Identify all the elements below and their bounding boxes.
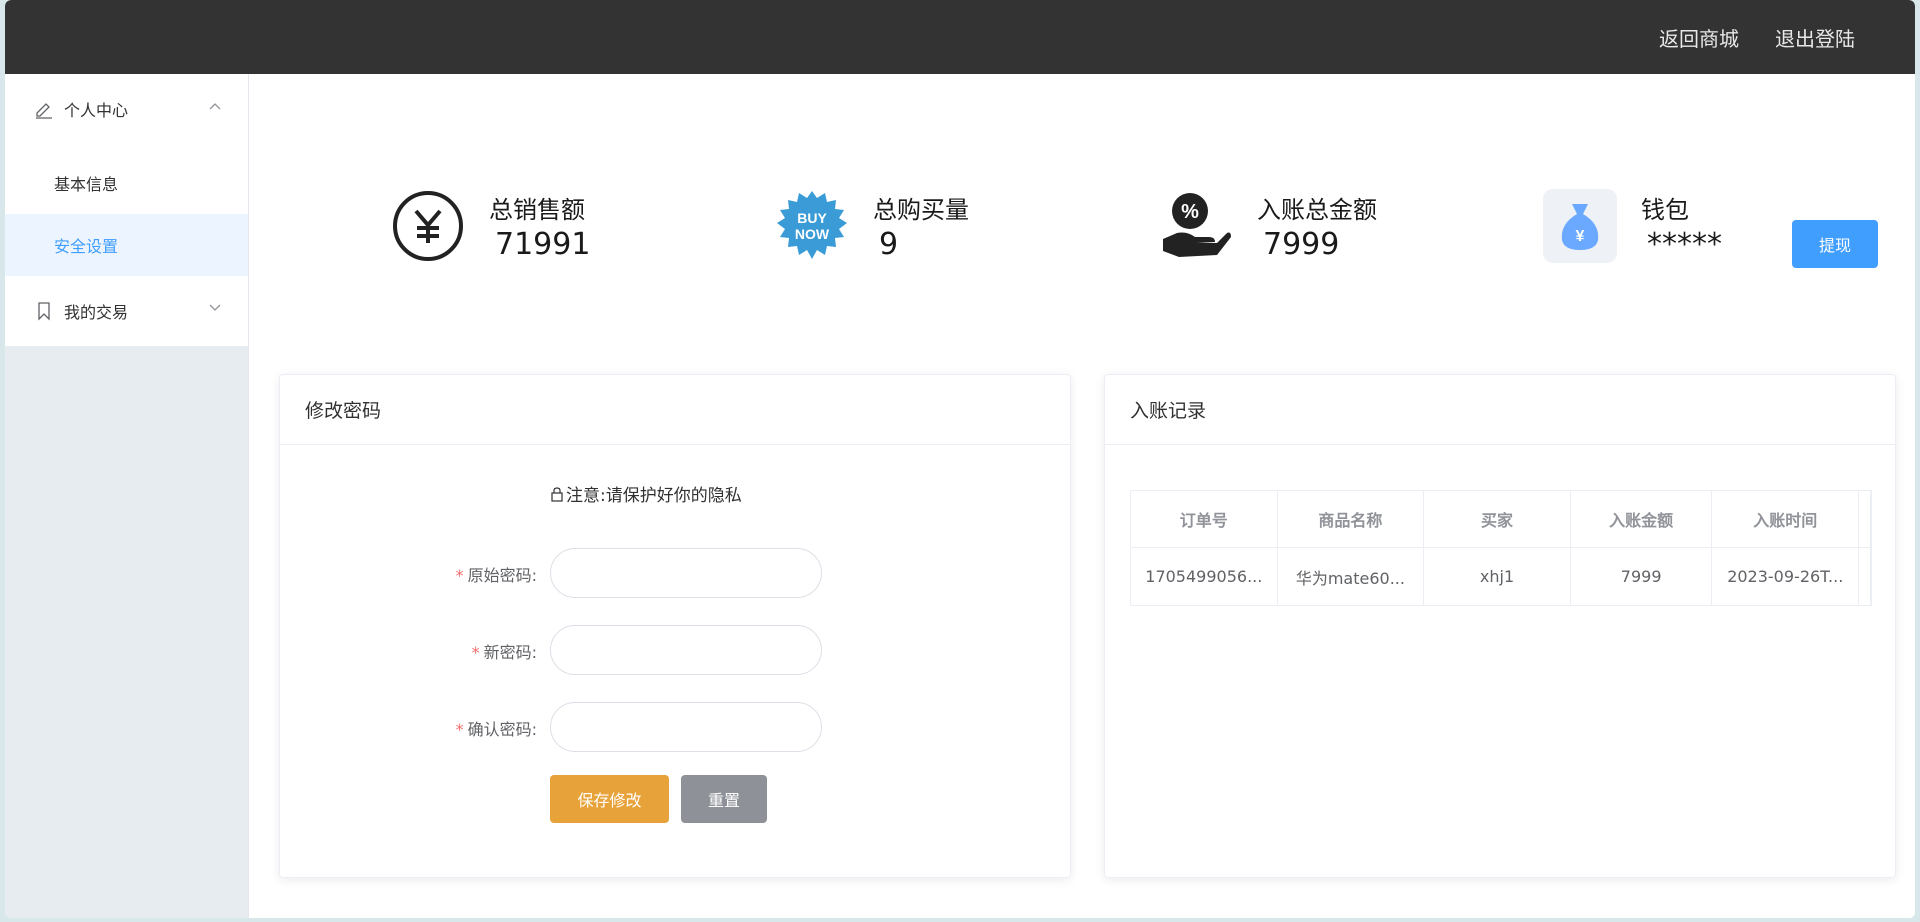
yuan-circle-icon bbox=[391, 189, 465, 263]
withdraw-button[interactable]: 提现 bbox=[1792, 220, 1878, 268]
stat-total-purchases: BUY NOW 总购买量 9 bbox=[775, 189, 969, 269]
edit-icon bbox=[36, 103, 52, 119]
reset-button[interactable]: 重置 bbox=[681, 775, 767, 823]
svg-text:BUY: BUY bbox=[797, 210, 827, 226]
bookmark-icon bbox=[38, 302, 50, 321]
table-cell-time: 2023-09-26T... bbox=[1712, 548, 1860, 605]
table-scroll-gutter bbox=[1859, 491, 1872, 547]
stat-title: 入账总金额 bbox=[1257, 196, 1377, 224]
svg-text:NOW: NOW bbox=[795, 226, 830, 242]
old-password-input[interactable] bbox=[550, 548, 822, 598]
table-cell-amount: 7999 bbox=[1571, 548, 1713, 605]
stat-total-income: % 入账总金额 7999 bbox=[1159, 189, 1377, 269]
sidebar-group-my-trades[interactable]: 我的交易 bbox=[5, 276, 248, 346]
privacy-notice: 注意:请保护好你的隐私 bbox=[550, 481, 742, 506]
new-password-label: 新密码: bbox=[483, 643, 537, 662]
save-changes-button[interactable]: 保存修改 bbox=[550, 775, 669, 823]
top-navbar: 返回商城 退出登陆 bbox=[5, 0, 1915, 74]
column-header[interactable]: 买家 bbox=[1424, 491, 1571, 547]
table-row[interactable]: 1705499056... 华为mate60... xhj1 7999 2023… bbox=[1131, 548, 1872, 605]
svg-text:¥: ¥ bbox=[1576, 228, 1585, 245]
table-scroll-gutter bbox=[1859, 548, 1872, 605]
income-records-table: 订单号 商品名称 买家 入账金额 入账时间 1705499056... 华为ma… bbox=[1130, 490, 1872, 606]
percent-hand-icon: % bbox=[1159, 189, 1233, 263]
stats-panel: 总销售额 71991 BUY NOW 总购买量 9 % 入账总金额 7999 ¥… bbox=[250, 74, 1915, 374]
confirm-password-input[interactable] bbox=[550, 702, 822, 752]
main-content: 总销售额 71991 BUY NOW 总购买量 9 % 入账总金额 7999 ¥… bbox=[250, 74, 1915, 918]
sidebar-group-label: 个人中心 bbox=[64, 101, 129, 120]
buy-now-badge-icon: BUY NOW bbox=[775, 189, 849, 263]
income-records-card: 入账记录 订单号 商品名称 买家 入账金额 入账时间 1705499056...… bbox=[1104, 374, 1896, 878]
confirm-password-label: 确认密码: bbox=[467, 720, 537, 739]
stat-value: 7999 bbox=[1263, 227, 1340, 262]
top-nav-links: 返回商城 退出登陆 bbox=[1659, 0, 1855, 74]
chevron-down-icon bbox=[209, 304, 221, 311]
sidebar-item-basic-info[interactable]: 基本信息 bbox=[5, 152, 248, 214]
table-header-row: 订单号 商品名称 买家 入账金额 入账时间 bbox=[1131, 491, 1872, 548]
new-password-input[interactable] bbox=[550, 625, 822, 675]
card-title: 修改密码 bbox=[280, 375, 1070, 445]
lock-icon bbox=[551, 486, 563, 502]
stat-title: 钱包 bbox=[1641, 196, 1689, 224]
stat-value: ***** bbox=[1647, 227, 1722, 262]
stat-wallet: ¥ 钱包 ***** bbox=[1543, 189, 1722, 269]
table-cell-product-name: 华为mate60... bbox=[1278, 548, 1425, 605]
stat-value: 9 bbox=[879, 227, 899, 262]
column-header[interactable]: 商品名称 bbox=[1278, 491, 1425, 547]
column-header[interactable]: 入账时间 bbox=[1712, 491, 1860, 547]
form-row-old-password: * 原始密码: bbox=[280, 548, 1072, 598]
stat-value: 71991 bbox=[495, 227, 591, 262]
form-row-confirm-password: * 确认密码: bbox=[280, 702, 1072, 752]
sidebar-item-security-settings[interactable]: 安全设置 bbox=[5, 214, 248, 276]
column-header[interactable]: 入账金额 bbox=[1571, 491, 1713, 547]
sidebar-group-label: 我的交易 bbox=[64, 303, 129, 322]
sidebar-group-personal-center[interactable]: 个人中心 bbox=[5, 74, 248, 144]
card-title: 入账记录 bbox=[1105, 375, 1895, 445]
chevron-up-icon bbox=[209, 103, 221, 110]
stat-total-sales: 总销售额 71991 bbox=[391, 189, 590, 269]
app-frame: 返回商城 退出登陆 个人中心 基本信息 安全设置 我的交易 总销售额 71991… bbox=[5, 0, 1915, 918]
stat-title: 总销售额 bbox=[489, 196, 585, 224]
sidebar-menu: 个人中心 基本信息 安全设置 我的交易 bbox=[5, 74, 248, 346]
sidebar: 个人中心 基本信息 安全设置 我的交易 bbox=[5, 74, 249, 918]
form-row-new-password: * 新密码: bbox=[280, 625, 1072, 675]
stat-title: 总购买量 bbox=[873, 196, 969, 224]
table-cell-buyer: xhj1 bbox=[1424, 548, 1571, 605]
logout-link[interactable]: 退出登陆 bbox=[1775, 23, 1855, 52]
table-cell-order-no: 1705499056... bbox=[1131, 548, 1278, 605]
old-password-label: 原始密码: bbox=[467, 566, 537, 585]
money-bag-icon: ¥ bbox=[1543, 189, 1617, 263]
column-header[interactable]: 订单号 bbox=[1131, 491, 1278, 547]
privacy-notice-text: 注意:请保护好你的隐私 bbox=[566, 486, 742, 506]
back-to-shop-link[interactable]: 返回商城 bbox=[1659, 23, 1739, 52]
svg-text:%: % bbox=[1181, 201, 1199, 223]
change-password-card: 修改密码 注意:请保护好你的隐私 * 原始密码: * 新密码: * 确认密码: 保存 bbox=[279, 374, 1071, 878]
